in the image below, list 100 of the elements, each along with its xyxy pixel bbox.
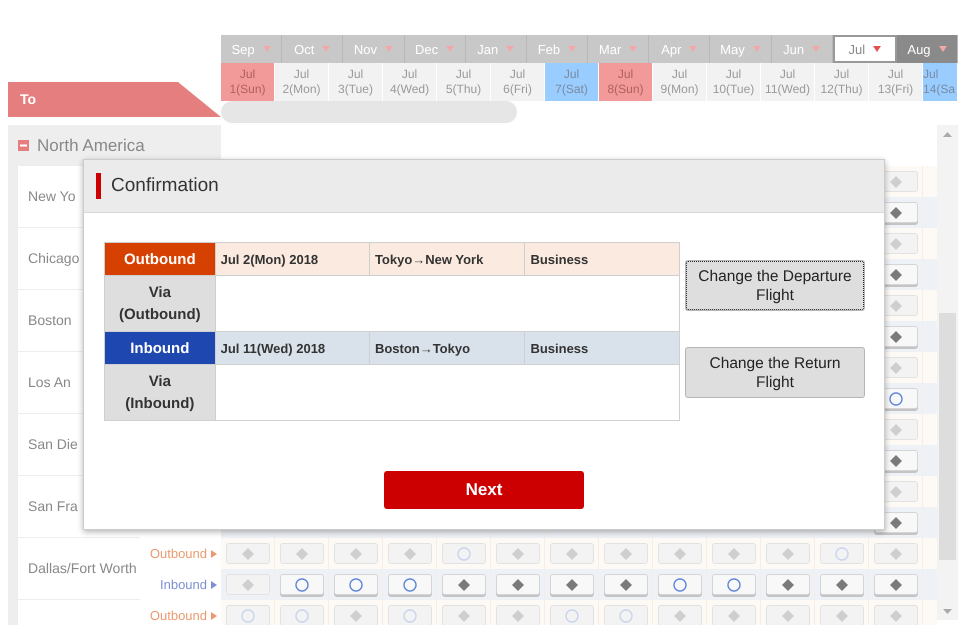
date-cell[interactable]: Jul 7(Sat) — [545, 63, 599, 101]
diamond-icon — [242, 578, 254, 590]
date-cell[interactable]: Jul 1(Sun) — [221, 63, 275, 101]
city-name: Dallas/Fort Worth — [28, 559, 137, 578]
table-cell: Jul 2(Mon) 2018 — [215, 242, 370, 276]
city-name: Chicago — [28, 249, 80, 268]
table-cell: Jul 11(Wed) 2018 — [215, 332, 370, 364]
circle-icon — [294, 608, 308, 622]
date-cell[interactable]: Jul 4(Wed) — [383, 63, 437, 101]
month-tab[interactable]: Aug — [896, 35, 958, 63]
triangle-icon — [211, 580, 217, 588]
city-name: Los An — [28, 373, 71, 392]
fare-button[interactable] — [442, 574, 486, 595]
circle-icon — [348, 578, 362, 592]
diamond-icon — [890, 548, 902, 560]
table-cell: Boston→Tokyo — [369, 332, 525, 364]
dialog-title: Confirmation — [111, 175, 219, 197]
collapse-icon[interactable] — [18, 140, 29, 151]
diamond-icon — [620, 548, 632, 560]
diamond-icon — [890, 578, 902, 590]
diamond-icon — [512, 610, 524, 622]
diamond-icon — [728, 610, 740, 622]
caret-icon — [568, 46, 576, 52]
diamond-icon — [512, 578, 524, 590]
accent-bar — [96, 173, 101, 199]
fare-button[interactable] — [388, 574, 432, 595]
caret-icon — [629, 46, 638, 52]
date-cell[interactable]: Jul 10(Tue) — [707, 63, 761, 101]
date-cell[interactable]: Jul 8(Sun) — [599, 63, 653, 101]
change-flight-button[interactable]: Change the Return Flight — [685, 347, 865, 398]
diamond-icon — [350, 548, 362, 560]
diamond-icon — [674, 610, 686, 622]
diamond-icon — [890, 330, 902, 342]
to-banner: To — [8, 82, 221, 117]
caret-icon — [752, 46, 761, 52]
diamond-icon — [836, 610, 848, 622]
circle-icon — [672, 578, 686, 592]
city-name: Boston — [28, 311, 72, 330]
fare-button[interactable] — [874, 574, 918, 595]
next-button[interactable]: Next — [384, 471, 584, 509]
circle-icon — [456, 546, 470, 560]
date-cell[interactable]: Jul 2(Mon) — [275, 63, 329, 101]
table-cell: Business — [524, 242, 680, 276]
circle-icon — [726, 578, 740, 592]
triangle-icon — [211, 612, 217, 620]
scrollbar[interactable] — [937, 125, 958, 620]
date-cell[interactable]: Jul 3(Tue) — [329, 63, 383, 101]
table-cell: Tokyo→New York — [369, 242, 525, 276]
direction-label: Inbound — [160, 577, 207, 592]
diamond-icon — [890, 610, 902, 622]
diamond-icon — [890, 362, 902, 374]
month-tab[interactable]: Jul — [832, 35, 897, 63]
diamond-icon — [890, 486, 902, 498]
diamond-icon — [890, 300, 902, 312]
fare-button[interactable] — [334, 574, 378, 595]
diamond-icon — [458, 578, 470, 590]
diamond-icon — [242, 548, 254, 560]
diamond-icon — [890, 516, 902, 528]
diamond-icon — [782, 610, 794, 622]
via-label: Via (Inbound) — [104, 364, 216, 420]
date-cell[interactable]: Jul 11(Wed) — [761, 63, 815, 101]
diamond-icon — [350, 610, 362, 622]
date-cell[interactable]: Jul 13(Fri) — [869, 63, 923, 101]
fare-button[interactable] — [712, 574, 756, 595]
circle-icon — [402, 578, 416, 592]
date-cell[interactable]: Jul 9(Mon) — [653, 63, 707, 101]
fare-button[interactable] — [820, 574, 864, 595]
diamond-icon — [890, 206, 902, 218]
caret-icon — [689, 46, 698, 52]
caret-icon — [873, 46, 882, 52]
city-name: San Fra — [28, 497, 78, 516]
caret-icon — [506, 46, 514, 52]
caret-icon — [938, 46, 947, 52]
fare-button[interactable] — [280, 574, 324, 595]
leg-label: Outbound — [104, 242, 216, 276]
diamond-icon — [890, 268, 902, 280]
scrollbar-thumb[interactable] — [221, 101, 517, 123]
fare-button[interactable] — [766, 574, 810, 595]
date-cell[interactable]: Jul 14(Sa — [923, 63, 958, 101]
fare-button[interactable] — [604, 574, 648, 595]
caret-icon — [446, 46, 454, 52]
fare-button[interactable] — [496, 574, 540, 595]
diamond-icon — [566, 548, 578, 560]
arrow-up-icon[interactable] — [943, 132, 952, 137]
direction-label: Outbound — [150, 546, 207, 561]
caret-icon — [262, 46, 271, 52]
caret-icon — [322, 46, 330, 52]
fare-button[interactable] — [658, 574, 702, 595]
change-flight-button[interactable]: Change the Departure Flight — [685, 260, 865, 311]
caret-icon — [384, 46, 393, 52]
table-cell: Business — [524, 332, 680, 364]
date-cell[interactable]: Jul 12(Thu) — [815, 63, 869, 101]
diamond-icon — [728, 548, 740, 560]
diamond-icon — [782, 548, 794, 560]
diamond-icon — [890, 238, 902, 250]
circle-icon — [564, 608, 578, 622]
arrow-down-icon[interactable] — [943, 609, 952, 614]
date-cell[interactable]: Jul 5(Thu) — [437, 63, 491, 101]
date-cell[interactable]: Jul 6(Fri) — [491, 63, 545, 101]
fare-button[interactable] — [550, 574, 594, 595]
